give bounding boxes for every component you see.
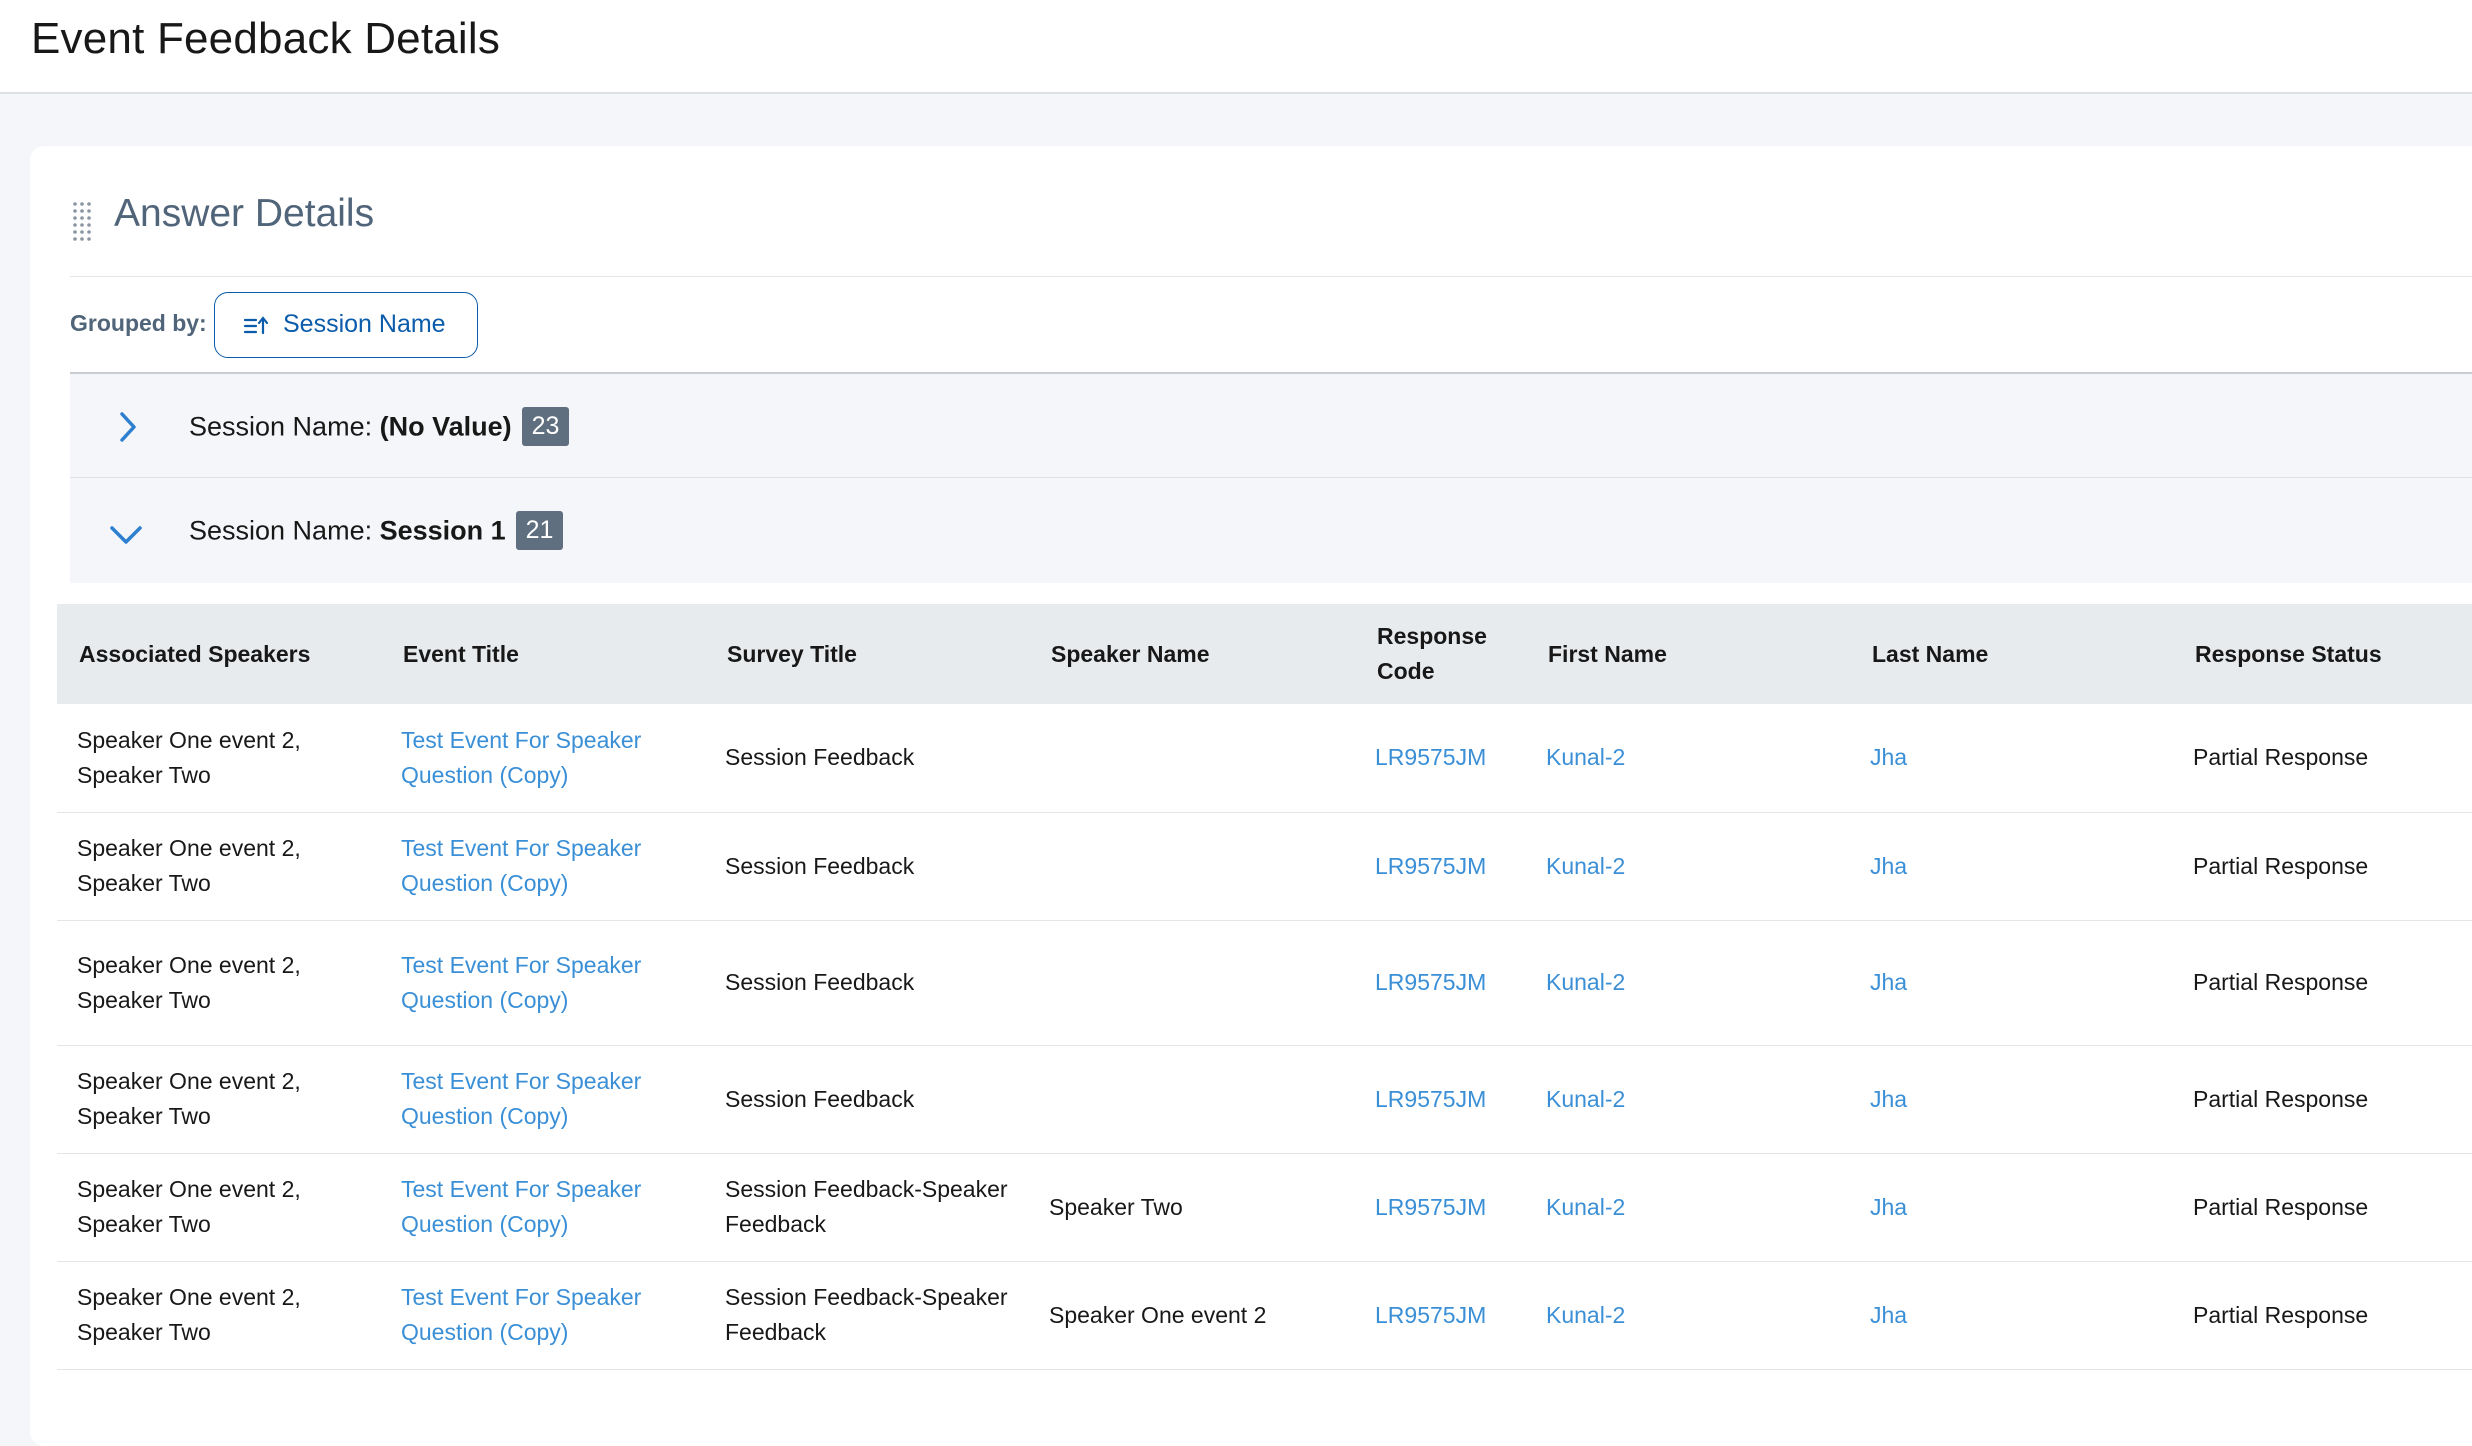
cell-survey-title: Session Feedback (705, 920, 1029, 1046)
sort-group-icon (243, 316, 269, 335)
col-header-survey-title[interactable]: Survey Title (705, 604, 1029, 704)
cell-speaker-name (1029, 1045, 1355, 1154)
cell-first-name-link[interactable]: Kunal-2 (1526, 1045, 1850, 1154)
cell-survey-title: Session Feedback (705, 704, 1029, 813)
cell-response-code-link[interactable]: LR9575JM (1355, 1045, 1526, 1154)
cell-associated-speakers: Speaker One event 2, Speaker Two (57, 1261, 381, 1370)
cell-survey-title: Session Feedback (705, 1045, 1029, 1154)
cell-last-name-link[interactable]: Jha (1850, 1153, 2173, 1262)
col-header-response-code[interactable]: Response Code (1355, 604, 1526, 704)
cell-associated-speakers: Speaker One event 2, Speaker Two (57, 704, 381, 813)
table-row: Speaker One event 2, Speaker Two Test Ev… (57, 920, 2472, 1046)
group-label: Session Name: Session 1 21 (189, 511, 564, 552)
group-prefix: Session Name: (189, 515, 380, 546)
col-header-associated-speakers[interactable]: Associated Speakers (57, 604, 381, 704)
cell-speaker-name (1029, 704, 1355, 813)
cell-last-name-link[interactable]: Jha (1850, 920, 2173, 1046)
cell-event-title-link[interactable]: Test Event For Speaker Question (Copy) (381, 812, 705, 921)
cell-response-code-link[interactable]: LR9575JM (1355, 704, 1526, 813)
cell-survey-title: Session Feedback-Speaker Feedback (705, 1153, 1029, 1262)
group-list: Session Name: (No Value) 23 Session Name:… (70, 372, 2472, 583)
table-row: Speaker One event 2, Speaker Two Test Ev… (57, 1045, 2472, 1154)
cell-speaker-name: Speaker Two (1029, 1153, 1355, 1262)
cell-last-name-link[interactable]: Jha (1850, 1045, 2173, 1154)
chevron-right-icon[interactable] (114, 410, 144, 444)
cell-survey-title: Session Feedback-Speaker Feedback (705, 1261, 1029, 1370)
cell-response-code-link[interactable]: LR9575JM (1355, 1261, 1526, 1370)
cell-event-title-link[interactable]: Test Event For Speaker Question (Copy) (381, 1261, 705, 1370)
cell-response-code-link[interactable]: LR9575JM (1355, 812, 1526, 921)
cell-associated-speakers: Speaker One event 2, Speaker Two (57, 1045, 381, 1154)
table-row: Speaker One event 2, Speaker Two Test Ev… (57, 812, 2472, 921)
cell-first-name-link[interactable]: Kunal-2 (1526, 1261, 1850, 1370)
group-label: Session Name: (No Value) 23 (189, 407, 570, 448)
cell-event-title-link[interactable]: Test Event For Speaker Question (Copy) (381, 704, 705, 813)
cell-response-status: Partial Response (2173, 1045, 2472, 1154)
count-badge: 21 (515, 511, 564, 550)
col-header-speaker-name[interactable]: Speaker Name (1029, 604, 1355, 704)
group-row-session-1[interactable]: Session Name: Session 1 21 (70, 477, 2472, 583)
cell-response-status: Partial Response (2173, 812, 2472, 921)
cell-speaker-name (1029, 920, 1355, 1046)
cell-response-status: Partial Response (2173, 920, 2472, 1046)
grouped-by-label: Grouped by: (70, 310, 207, 336)
cell-last-name-link[interactable]: Jha (1850, 812, 2173, 921)
cell-response-code-link[interactable]: LR9575JM (1355, 1153, 1526, 1262)
drag-handle-icon[interactable] (72, 201, 92, 241)
grouping-pill-button[interactable]: Session Name (214, 292, 478, 358)
cell-associated-speakers: Speaker One event 2, Speaker Two (57, 920, 381, 1046)
cell-associated-speakers: Speaker One event 2, Speaker Two (57, 812, 381, 921)
group-prefix: Session Name: (189, 411, 380, 442)
cell-event-title-link[interactable]: Test Event For Speaker Question (Copy) (381, 1153, 705, 1262)
cell-event-title-link[interactable]: Test Event For Speaker Question (Copy) (381, 1045, 705, 1154)
cell-survey-title: Session Feedback (705, 812, 1029, 921)
group-value: Session 1 (379, 515, 506, 546)
table-row: Speaker One event 2, Speaker Two Test Ev… (57, 1261, 2472, 1370)
cell-first-name-link[interactable]: Kunal-2 (1526, 704, 1850, 813)
table-row: Speaker One event 2, Speaker Two Test Ev… (57, 704, 2472, 813)
cell-first-name-link[interactable]: Kunal-2 (1526, 812, 1850, 921)
cell-response-status: Partial Response (2173, 1261, 2472, 1370)
col-header-event-title[interactable]: Event Title (381, 604, 705, 704)
col-header-last-name[interactable]: Last Name (1850, 604, 2173, 704)
col-header-response-status[interactable]: Response Status (2173, 604, 2472, 704)
cell-speaker-name (1029, 812, 1355, 921)
cell-speaker-name: Speaker One event 2 (1029, 1261, 1355, 1370)
page-title: Event Feedback Details (31, 14, 501, 63)
grouping-bar: Grouped by: Session Name (70, 276, 2472, 368)
cell-associated-speakers: Speaker One event 2, Speaker Two (57, 1153, 381, 1262)
group-row-no-value[interactable]: Session Name: (No Value) 23 (70, 372, 2472, 477)
group-value: (No Value) (379, 411, 512, 442)
col-header-first-name[interactable]: First Name (1526, 604, 1850, 704)
count-badge: 23 (521, 407, 570, 446)
chevron-down-icon[interactable] (108, 520, 144, 550)
card-header (70, 146, 2472, 277)
table-header-row: Associated Speakers Event Title Survey T… (57, 604, 2472, 704)
grouping-pill-label: Session Name (283, 310, 446, 338)
cell-response-status: Partial Response (2173, 1153, 2472, 1262)
card-title: Answer Details (114, 192, 375, 235)
answers-table: Associated Speakers Event Title Survey T… (57, 604, 2472, 1370)
cell-last-name-link[interactable]: Jha (1850, 704, 2173, 813)
cell-event-title-link[interactable]: Test Event For Speaker Question (Copy) (381, 920, 705, 1046)
cell-first-name-link[interactable]: Kunal-2 (1526, 920, 1850, 1046)
cell-response-status: Partial Response (2173, 704, 2472, 813)
cell-last-name-link[interactable]: Jha (1850, 1261, 2173, 1370)
cell-response-code-link[interactable]: LR9575JM (1355, 920, 1526, 1046)
cell-first-name-link[interactable]: Kunal-2 (1526, 1153, 1850, 1262)
page-header: Event Feedback Details (0, 0, 2472, 94)
table-row: Speaker One event 2, Speaker Two Test Ev… (57, 1153, 2472, 1262)
